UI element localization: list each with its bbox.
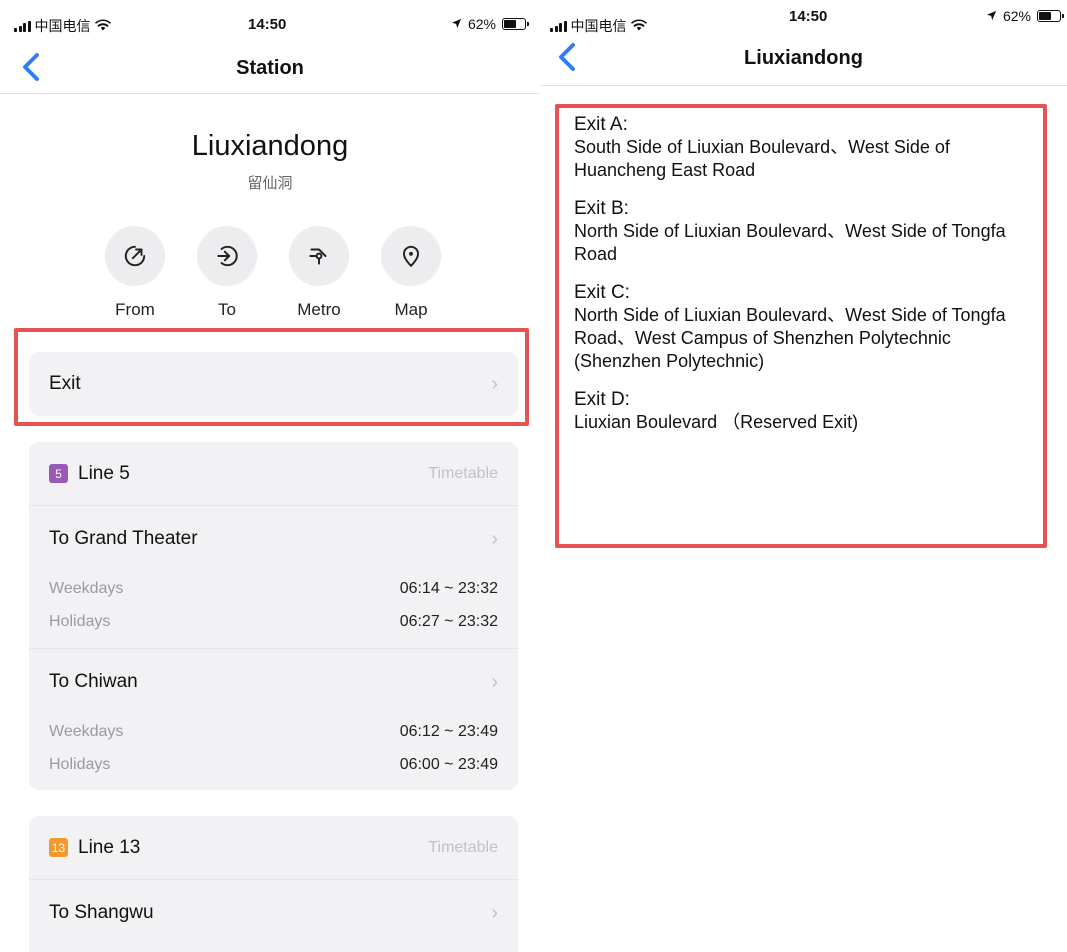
station-screen: 中国电信 14:50 62% Station Liuxiandong 留仙洞 F… xyxy=(0,0,540,952)
page-title: Liuxiandong xyxy=(744,47,863,69)
status-right: 62% xyxy=(451,16,529,32)
signal-icon xyxy=(14,20,31,32)
signal-icon xyxy=(550,20,567,32)
from-button[interactable]: From xyxy=(95,226,175,320)
line-header: 5 Line 5 Timetable xyxy=(29,442,518,506)
exit-description: Liuxian Boulevard （Reserved Exit) xyxy=(574,412,859,432)
weekdays-row: Weekdays 06:12 ~ 23:49 xyxy=(49,715,498,748)
direction-item[interactable]: To Grand Theater › Weekdays 06:14 ~ 23:3… xyxy=(29,506,518,649)
weekdays-time: 06:14 ~ 23:32 xyxy=(399,579,498,597)
chevron-right-icon: › xyxy=(491,671,498,693)
exit-item-b: Exit B: North Side of Liuxian Boulevard、… xyxy=(574,198,1034,266)
wifi-icon xyxy=(630,19,647,34)
exit-item-a: Exit A: South Side of Liuxian Boulevard、… xyxy=(574,114,1034,182)
weekdays-row: Weekdays 06:14 ~ 23:32 xyxy=(49,572,498,605)
chevron-right-icon: › xyxy=(491,902,498,924)
exit-label: Exit B: xyxy=(574,198,629,219)
direction-name: To Chiwan xyxy=(49,671,138,692)
exit-item-d: Exit D: Liuxian Boulevard （Reserved Exit… xyxy=(574,389,1034,434)
arrow-up-right-circle-icon xyxy=(105,226,165,286)
chevron-right-icon: › xyxy=(491,528,498,550)
holidays-time: 06:27 ~ 23:32 xyxy=(399,612,498,630)
metro-button[interactable]: Metro xyxy=(279,226,359,320)
exit-description: North Side of Liuxian Boulevard、West Sid… xyxy=(574,221,1006,264)
holidays-label: Holidays xyxy=(49,612,111,630)
exit-row[interactable]: Exit › xyxy=(29,352,518,416)
direction-item[interactable]: To Chiwan › Weekdays 06:12 ~ 23:49 Holid… xyxy=(29,649,518,781)
nav-bar: Station xyxy=(0,44,540,94)
weekdays-label: Weekdays xyxy=(49,722,124,740)
chevron-right-icon: › xyxy=(491,372,498,395)
exit-label: Exit C: xyxy=(574,282,630,303)
status-bar: 中国电信 14:50 62% xyxy=(0,0,540,40)
exit-label: Exit A: xyxy=(574,114,628,135)
to-label: To xyxy=(218,300,236,319)
nav-bar: Liuxiandong xyxy=(540,36,1067,86)
from-label: From xyxy=(115,300,155,319)
carrier-info: 中国电信 xyxy=(550,16,647,36)
exit-row-label: Exit xyxy=(49,373,81,394)
exit-label: Exit D: xyxy=(574,389,630,410)
map-pin-icon xyxy=(381,226,441,286)
timetable-link[interactable]: Timetable xyxy=(428,839,498,857)
line-header: 13 Line 13 Timetable xyxy=(29,816,518,880)
exit-description: South Side of Liuxian Boulevard、West Sid… xyxy=(574,137,950,180)
weekdays-label: Weekdays xyxy=(49,579,124,597)
metro-route-icon xyxy=(289,226,349,286)
status-bar: 中国电信 14:50 62% xyxy=(540,0,1067,40)
battery-percent: 62% xyxy=(1002,8,1031,24)
metro-label: Metro xyxy=(297,300,341,319)
status-time: 14:50 xyxy=(248,16,287,33)
map-button[interactable]: Map xyxy=(371,226,451,320)
location-arrow-icon xyxy=(451,16,462,32)
direction-name: To Shangwu xyxy=(49,902,154,923)
to-button[interactable]: To xyxy=(187,226,267,320)
line-5-card: 5 Line 5 Timetable To Grand Theater › We… xyxy=(29,442,518,790)
map-label: Map xyxy=(394,300,428,319)
page-title: Station xyxy=(236,57,304,79)
carrier-name: 中国电信 xyxy=(34,18,91,34)
battery-icon xyxy=(502,18,529,30)
battery-percent: 62% xyxy=(467,16,496,32)
direction-name: To Grand Theater xyxy=(49,528,198,549)
battery-icon xyxy=(1037,10,1064,22)
carrier-info: 中国电信 xyxy=(14,16,111,36)
weekdays-time: 06:12 ~ 23:49 xyxy=(399,722,498,740)
wifi-icon xyxy=(94,19,111,34)
holidays-time: 06:00 ~ 23:49 xyxy=(399,755,498,773)
holidays-label: Holidays xyxy=(49,755,111,773)
carrier-name: 中国电信 xyxy=(570,18,627,34)
direction-item[interactable]: To Shangwu › xyxy=(29,880,518,946)
exit-list: Exit A: South Side of Liuxian Boulevard、… xyxy=(574,114,1034,450)
line-13-card: 13 Line 13 Timetable To Shangwu › xyxy=(29,816,518,952)
arrow-right-circle-icon xyxy=(197,226,257,286)
line-badge: 5 xyxy=(49,464,68,483)
location-arrow-icon xyxy=(986,8,997,24)
exit-description: North Side of Liuxian Boulevard、West Sid… xyxy=(574,305,1006,371)
timetable-link[interactable]: Timetable xyxy=(428,465,498,483)
status-time: 14:50 xyxy=(789,8,828,25)
station-name: Liuxiandong xyxy=(191,130,349,162)
status-right: 62% xyxy=(986,8,1064,24)
holidays-row: Holidays 06:27 ~ 23:32 xyxy=(49,605,498,638)
line-badge: 13 xyxy=(49,838,68,857)
station-name-chinese: 留仙洞 xyxy=(247,175,293,192)
holidays-row: Holidays 06:00 ~ 23:49 xyxy=(49,748,498,781)
line-name: Line 13 xyxy=(78,836,141,858)
exits-screen: 中国电信 14:50 62% Liuxiandong Exit A: South… xyxy=(540,0,1067,952)
line-name: Line 5 xyxy=(78,462,130,484)
exit-item-c: Exit C: North Side of Liuxian Boulevard、… xyxy=(574,282,1034,373)
